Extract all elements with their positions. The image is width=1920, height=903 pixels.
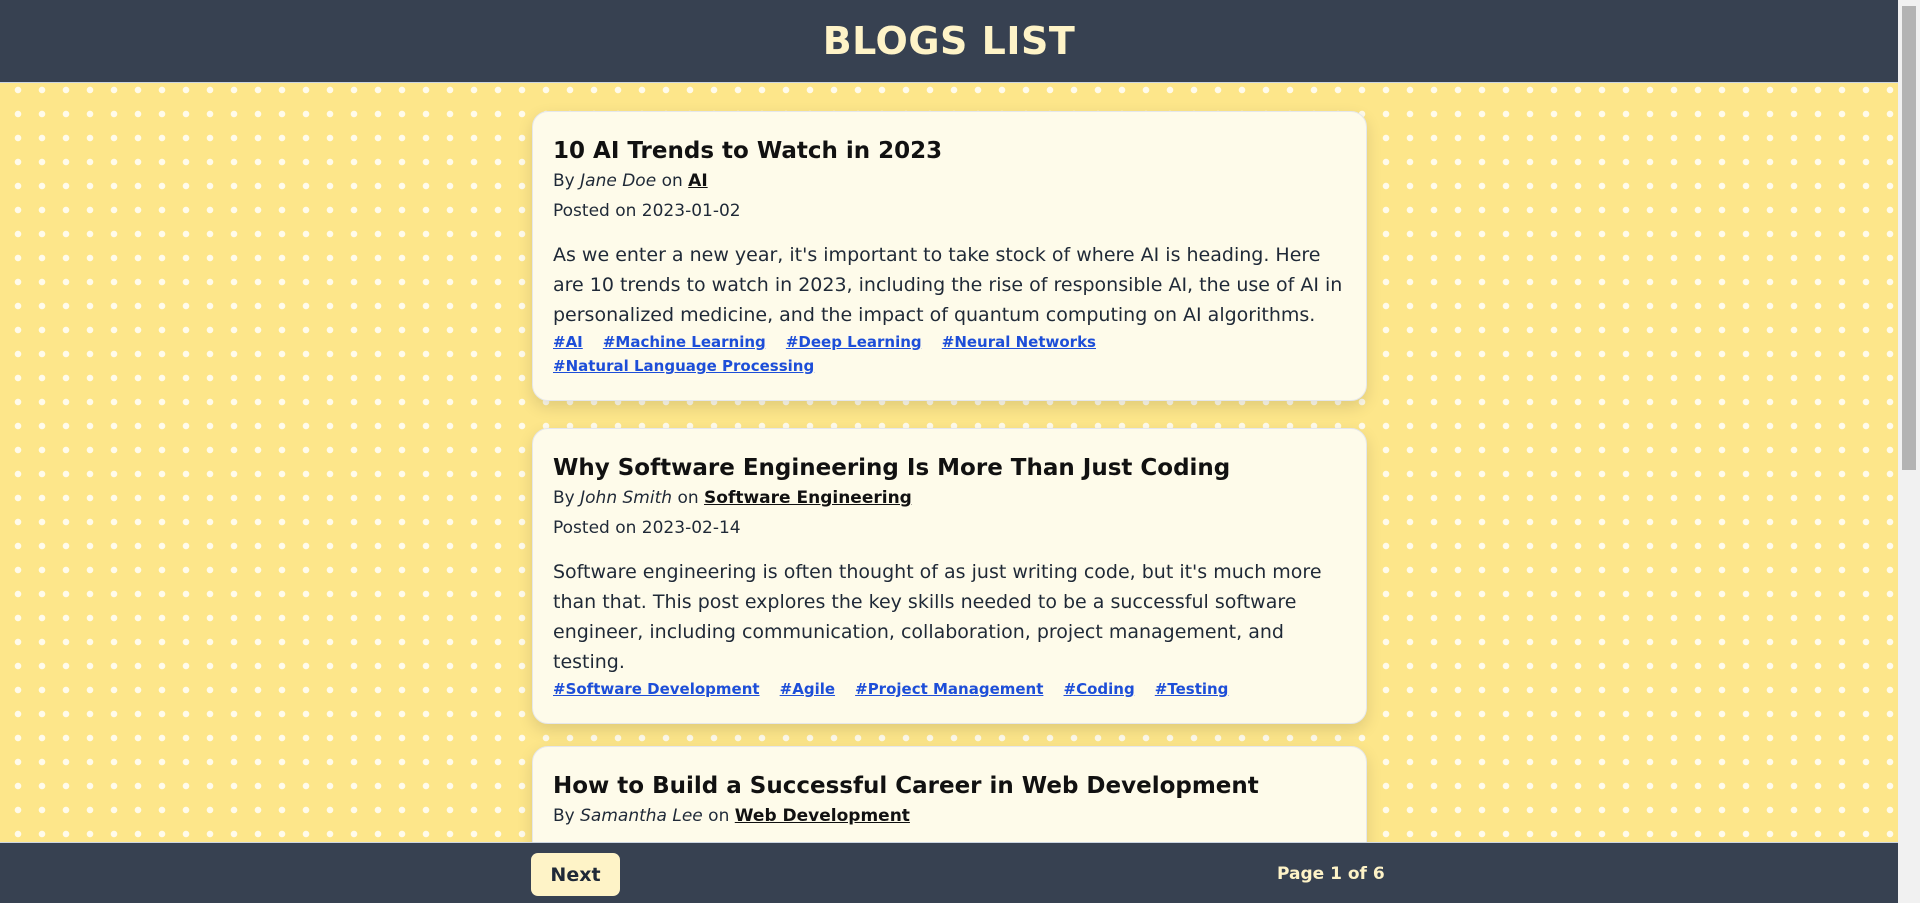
blog-meta: By John Smith on Software Engineering <box>553 483 1346 513</box>
blog-category-link[interactable]: Software Engineering <box>704 488 912 508</box>
scrollbar-thumb[interactable] <box>1902 6 1916 470</box>
by-label: By <box>553 488 575 508</box>
blog-list[interactable]: 10 AI Trends to Watch in 2023 By Jane Do… <box>0 83 1898 842</box>
blog-title[interactable]: 10 AI Trends to Watch in 2023 <box>553 136 1346 166</box>
tag-link[interactable]: #Project Management <box>855 677 1043 701</box>
on-label: on <box>661 171 683 191</box>
blog-card: How to Build a Successful Career in Web … <box>532 746 1367 842</box>
page-header: BLOGS LIST <box>0 0 1898 83</box>
blog-date: Posted on 2023-01-02 <box>553 201 741 221</box>
by-label: By <box>553 806 575 826</box>
next-page-button[interactable]: Next <box>531 853 620 896</box>
pagination-bar: Next Page 1 of 6 <box>0 842 1898 903</box>
blog-author: Samantha Lee <box>580 806 703 826</box>
tag-link[interactable]: #Natural Language Processing <box>553 354 814 378</box>
tag-link[interactable]: #Neural Networks <box>942 330 1096 354</box>
blog-date: Posted on 2023-02-14 <box>553 518 741 538</box>
blog-meta: By Samantha Lee on Web Development <box>553 801 1346 831</box>
on-label: on <box>677 488 699 508</box>
blog-tags: #AI #Machine Learning #Deep Learning #Ne… <box>553 330 1346 400</box>
tag-link[interactable]: #Testing <box>1155 677 1229 701</box>
blog-title[interactable]: Why Software Engineering Is More Than Ju… <box>553 453 1346 483</box>
blog-author: Jane Doe <box>580 171 657 191</box>
blog-body: Software engineering is often thought of… <box>553 561 1322 673</box>
blog-card: Why Software Engineering Is More Than Ju… <box>532 428 1367 724</box>
blog-category-link[interactable]: Web Development <box>735 806 910 826</box>
page-indicator: Page 1 of 6 <box>1277 864 1385 884</box>
blog-meta: By Jane Doe on AI <box>553 166 1346 196</box>
blog-body: As we enter a new year, it's important t… <box>553 244 1343 326</box>
tag-link[interactable]: #Machine Learning <box>603 330 766 354</box>
blog-card: 10 AI Trends to Watch in 2023 By Jane Do… <box>532 111 1367 401</box>
page-title: BLOGS LIST <box>822 19 1076 63</box>
tag-link[interactable]: #Coding <box>1064 677 1135 701</box>
tag-link[interactable]: #AI <box>553 330 583 354</box>
tag-link[interactable]: #Agile <box>780 677 835 701</box>
blog-author: John Smith <box>580 488 673 508</box>
by-label: By <box>553 171 575 191</box>
tag-link[interactable]: #Deep Learning <box>786 330 922 354</box>
tag-link[interactable]: #Software Development <box>553 677 760 701</box>
blog-category-link[interactable]: AI <box>688 171 707 191</box>
blog-tags: #Software Development #Agile #Project Ma… <box>553 677 1346 723</box>
vertical-scrollbar[interactable] <box>1898 0 1920 903</box>
blog-title[interactable]: How to Build a Successful Career in Web … <box>553 771 1346 801</box>
on-label: on <box>708 806 730 826</box>
